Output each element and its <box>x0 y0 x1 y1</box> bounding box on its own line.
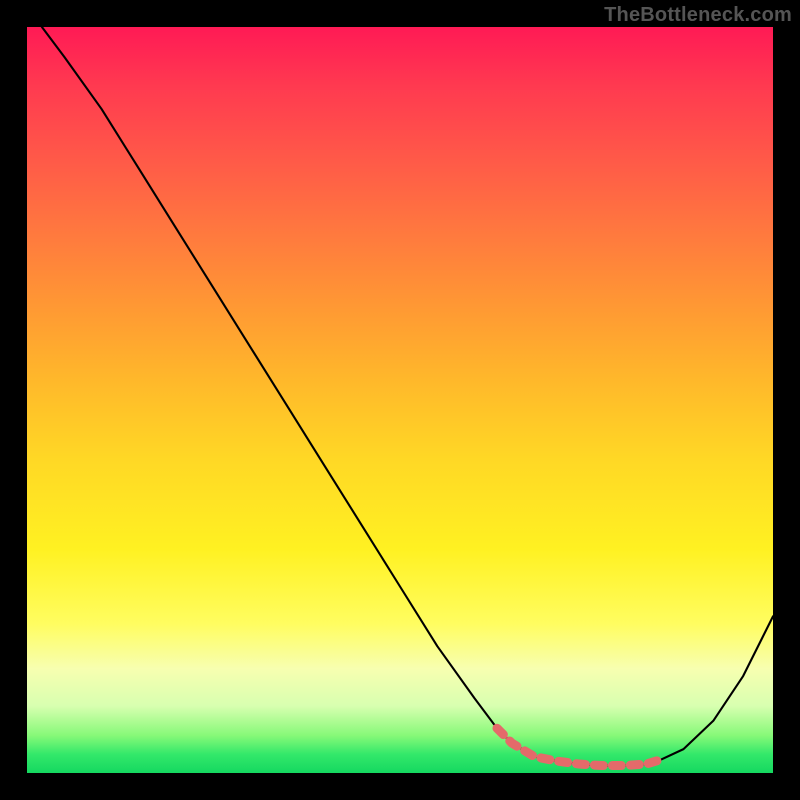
chart-frame: TheBottleneck.com <box>0 0 800 800</box>
highlight-band <box>497 728 661 765</box>
curve-svg <box>27 27 773 773</box>
plot-area <box>27 27 773 773</box>
bottleneck-curve <box>42 27 773 766</box>
watermark-text: TheBottleneck.com <box>604 4 792 27</box>
